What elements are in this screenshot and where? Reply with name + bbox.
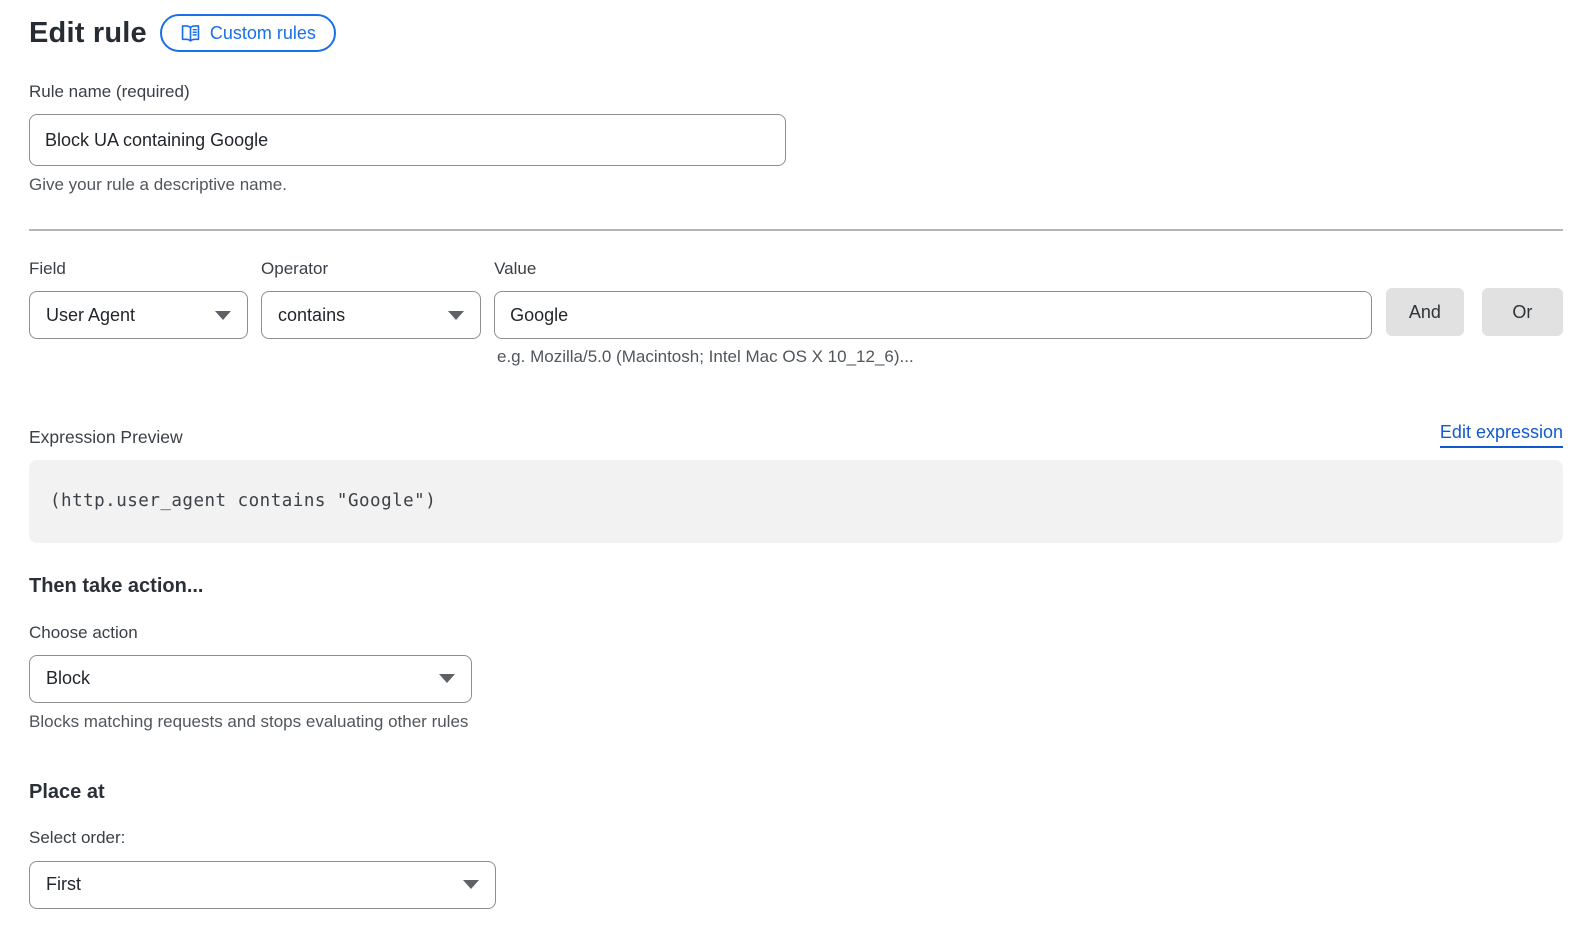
field-select-value: User Agent bbox=[46, 305, 135, 326]
edit-expression-link[interactable]: Edit expression bbox=[1440, 423, 1563, 448]
expression-code: (http.user_agent contains "Google") bbox=[50, 491, 436, 511]
choose-action-label: Choose action bbox=[29, 623, 1563, 643]
action-helper: Blocks matching requests and stops evalu… bbox=[29, 712, 1563, 732]
operator-label: Operator bbox=[261, 259, 481, 279]
chevron-down-icon bbox=[463, 880, 479, 889]
expression-header: Expression Preview Edit expression bbox=[29, 423, 1563, 448]
operator-select-value: contains bbox=[278, 305, 345, 326]
value-helper: e.g. Mozilla/5.0 (Macintosh; Intel Mac O… bbox=[497, 347, 1563, 367]
expression-preview-box: (http.user_agent contains "Google") bbox=[29, 460, 1563, 543]
value-column: Value bbox=[494, 259, 1372, 339]
condition-row: Field User Agent Operator contains Value… bbox=[29, 259, 1563, 339]
rule-name-label: Rule name (required) bbox=[29, 82, 1563, 102]
chevron-down-icon bbox=[448, 311, 464, 320]
action-select-value: Block bbox=[46, 668, 90, 689]
section-divider bbox=[29, 229, 1563, 231]
chevron-down-icon bbox=[215, 311, 231, 320]
custom-rules-badge-label: Custom rules bbox=[210, 23, 316, 44]
rule-name-section: Rule name (required) Give your rule a de… bbox=[29, 82, 1563, 195]
select-order-label: Select order: bbox=[29, 828, 1563, 848]
value-input[interactable] bbox=[494, 291, 1372, 339]
page-title: Edit rule bbox=[29, 17, 147, 50]
action-select[interactable]: Block bbox=[29, 655, 472, 703]
operator-select[interactable]: contains bbox=[261, 291, 481, 339]
and-button[interactable]: And bbox=[1386, 288, 1463, 336]
custom-rules-badge-button[interactable]: Custom rules bbox=[160, 14, 336, 52]
expression-preview-label: Expression Preview bbox=[29, 427, 183, 448]
field-select[interactable]: User Agent bbox=[29, 291, 248, 339]
edit-rule-page: Edit rule Custom rules Rule name (requir… bbox=[0, 0, 1575, 909]
chevron-down-icon bbox=[439, 674, 455, 683]
field-column: Field User Agent bbox=[29, 259, 248, 339]
value-label: Value bbox=[494, 259, 1372, 279]
place-at-heading: Place at bbox=[29, 781, 1563, 804]
action-section-heading: Then take action... bbox=[29, 575, 1563, 598]
rule-name-helper: Give your rule a descriptive name. bbox=[29, 175, 1563, 195]
rule-name-input[interactable] bbox=[29, 114, 786, 166]
page-header: Edit rule Custom rules bbox=[29, 14, 1563, 52]
order-select[interactable]: First bbox=[29, 861, 496, 909]
field-label: Field bbox=[29, 259, 248, 279]
open-book-icon bbox=[180, 24, 201, 43]
order-select-value: First bbox=[46, 874, 81, 895]
or-button[interactable]: Or bbox=[1482, 288, 1563, 336]
operator-column: Operator contains bbox=[261, 259, 481, 339]
